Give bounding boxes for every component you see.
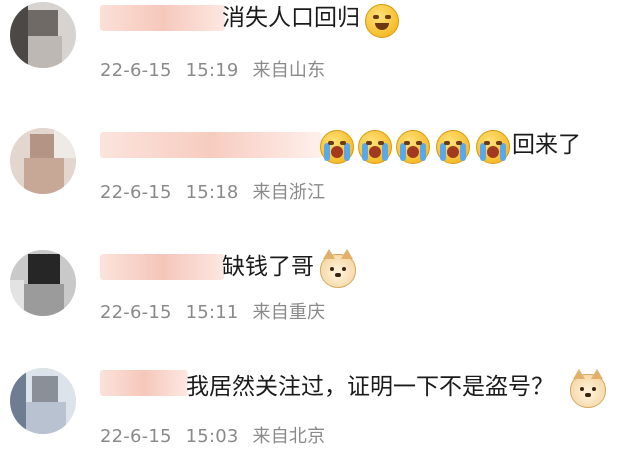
comment-location: 来自浙江 [252,182,326,203]
comment-meta: 22-6-15 15:03 来自北京 [100,422,339,448]
comment-date: 22-6-15 [100,302,172,323]
comment-item: 消失人口回归 22-6-15 15:19 来自山东 [0,0,624,100]
avatar[interactable] [10,2,76,68]
comment-text: 我居然关注过，证明一下不是盗号？ [186,374,554,400]
avatar[interactable] [10,128,76,194]
comment-meta: 22-6-15 15:18 来自浙江 [100,178,339,204]
avatar[interactable] [10,368,76,434]
username-blurred[interactable] [100,132,322,158]
comment-date: 22-6-15 [100,426,172,447]
comment-text: 回来了 [512,132,581,158]
comment-text: 消失人口回归 [222,5,360,31]
comment-location: 来自北京 [252,426,326,447]
comment-time: 15:11 [185,302,239,323]
grin-sweat-emoji [365,4,399,38]
comment-date: 22-6-15 [100,182,172,203]
comment-meta: 22-6-15 15:19 来自山东 [100,56,339,82]
comment-item: 缺钱了哥 22-6-15 15:11 来自重庆 [0,236,624,346]
comment-time: 15:18 [185,182,239,203]
username-blurred[interactable] [100,370,188,396]
comment-meta: 22-6-15 15:11 来自重庆 [100,298,339,324]
crying-emoji [436,130,470,164]
crying-emoji [396,130,430,164]
avatar[interactable] [10,250,76,316]
comment-date: 22-6-15 [100,60,172,81]
username-blurred[interactable] [100,254,224,280]
comment-location: 来自山东 [252,60,326,81]
crying-emoji [320,130,354,164]
username-blurred[interactable] [100,5,225,31]
doge-emoji [570,369,606,408]
crying-emoji [476,130,510,164]
comment-location: 来自重庆 [252,302,326,323]
comment-text: 缺钱了哥 [222,254,314,280]
comment-time: 15:03 [185,426,239,447]
comment-item: 回来了 22-6-15 15:18 来自浙江 [0,112,624,222]
comment-item: 我居然关注过，证明一下不是盗号？ 22-6-15 15:03 来自北京 [0,358,624,458]
crying-emoji [358,130,392,164]
comment-time: 15:19 [185,60,239,81]
doge-emoji [320,249,356,288]
